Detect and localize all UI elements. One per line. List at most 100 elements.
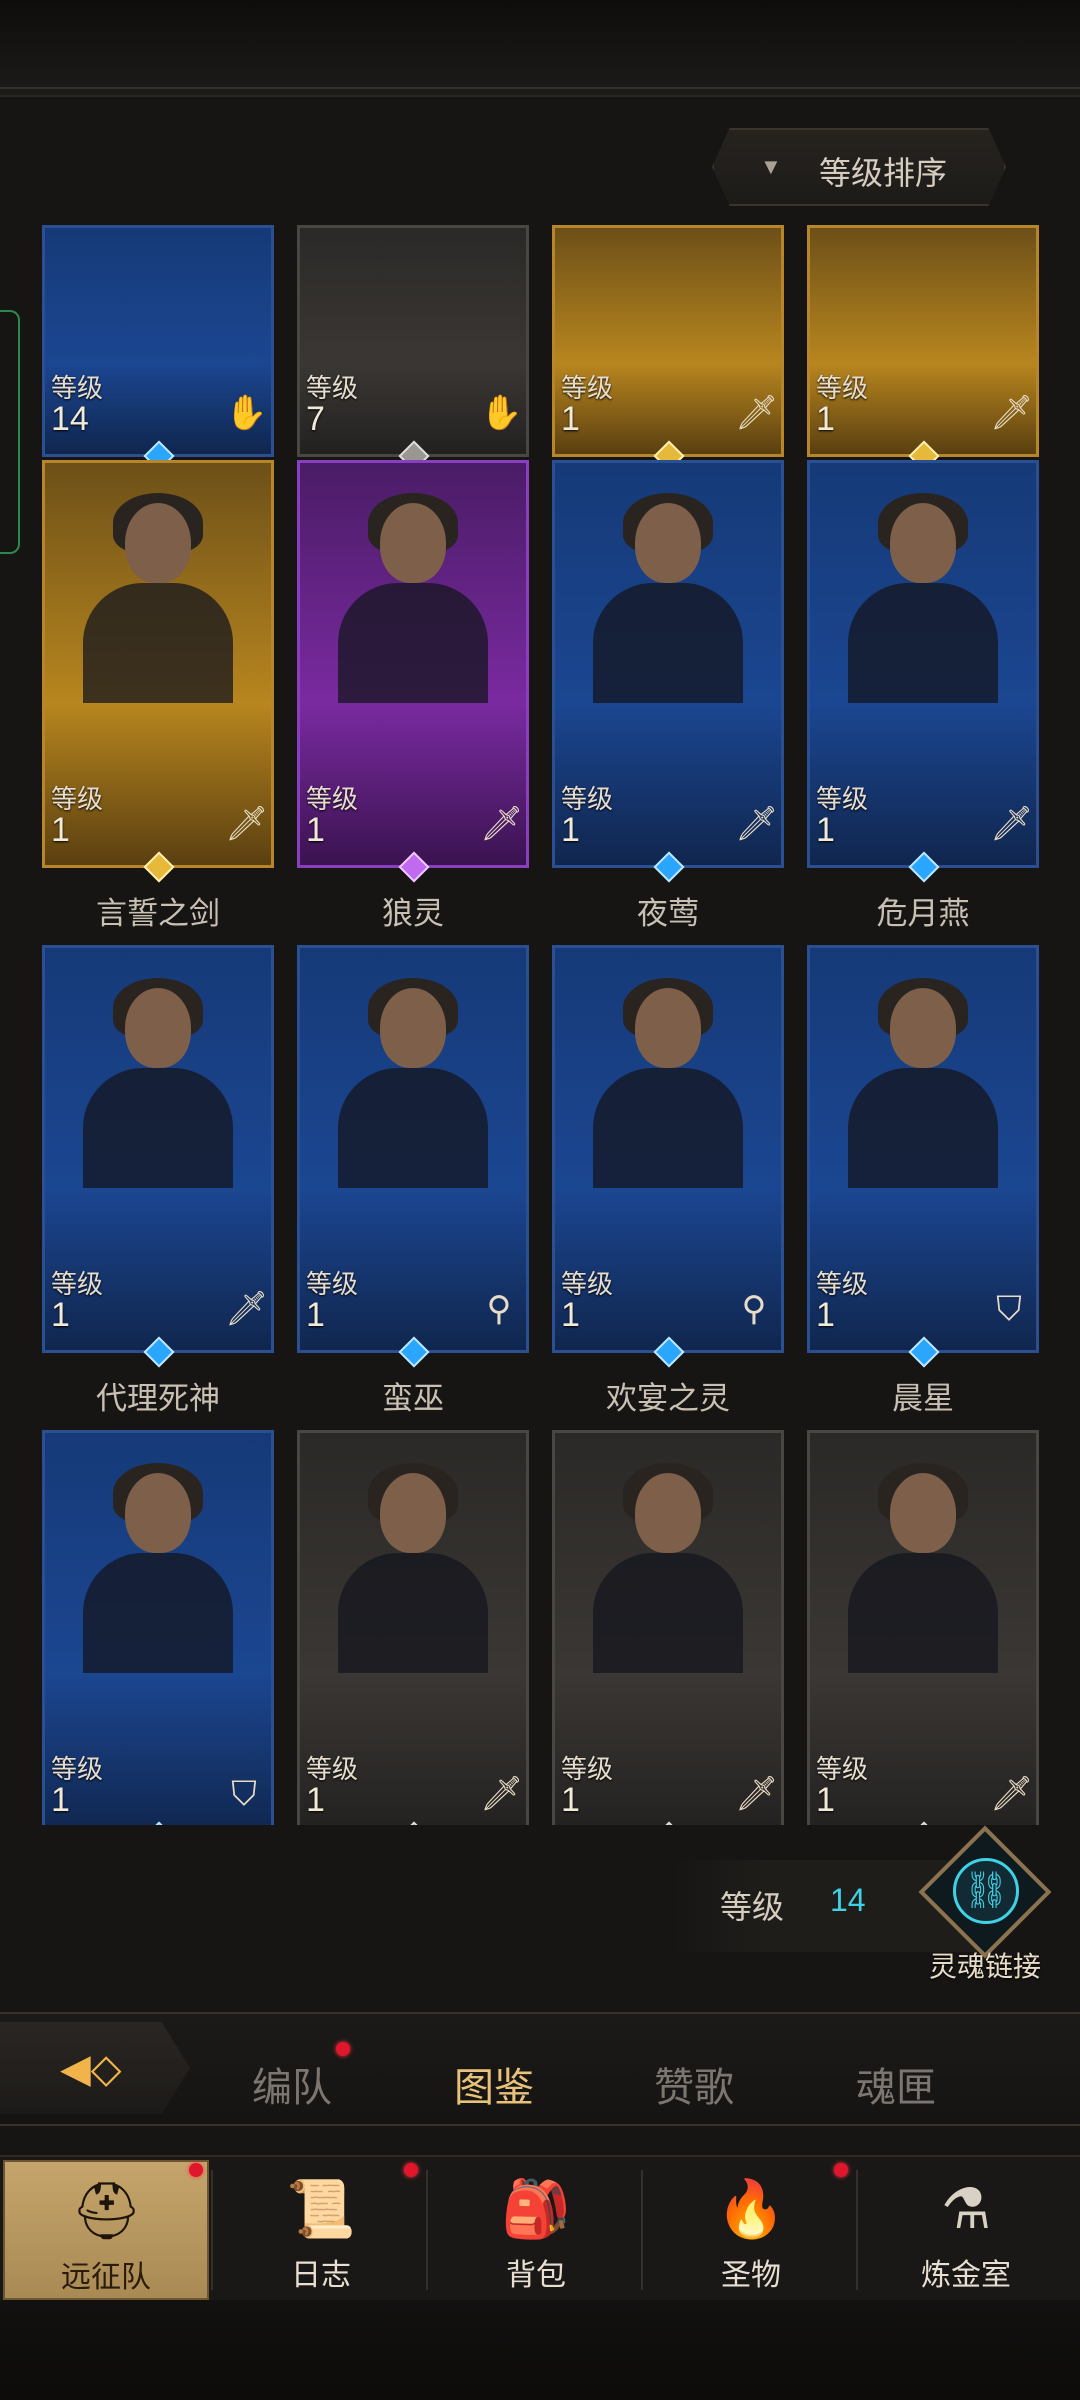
nav-divider <box>211 2170 213 2290</box>
nav-item-label: 背包 <box>506 2259 566 2292</box>
hero-level-value: 1 <box>561 400 580 438</box>
sword-icon: 🗡 <box>735 394 779 432</box>
hero-level-value: 1 <box>561 1296 580 1334</box>
tab-formation[interactable]: 编队 <box>252 2055 332 2113</box>
hero-portrait <box>848 493 998 703</box>
hero-card[interactable]: 等级 1 🗡 <box>552 460 784 868</box>
nav-item-label: 日志 <box>291 2259 351 2292</box>
hero-card[interactable]: 等级 1 🗡 <box>807 1430 1039 1825</box>
hero-level-value: 1 <box>306 1781 325 1819</box>
hero-level-value: 1 <box>816 400 835 438</box>
hero-level-value: 1 <box>51 1781 70 1819</box>
hero-portrait <box>593 978 743 1188</box>
collection-level-label: 等级 <box>720 1889 785 1925</box>
hero-portrait <box>338 493 488 703</box>
hand-icon: ✋ <box>225 394 268 432</box>
hero-level-value: 1 <box>816 1296 835 1334</box>
hero-card[interactable]: 等级 1 ⛉ <box>42 1430 274 1825</box>
tab-soul-box[interactable]: 魂匣 <box>856 2055 936 2113</box>
soul-link-button[interactable]: ⛓ 灵魂链接 <box>910 1825 1060 1982</box>
hero-card[interactable]: 等级 7 ✋ <box>297 225 529 457</box>
hero-portrait <box>593 493 743 703</box>
alchemy-icon: ⚗ <box>940 2177 992 2240</box>
nav-divider <box>426 2170 428 2290</box>
hero-name: 蛮巫 <box>382 1381 444 1416</box>
formation-badge <box>336 2042 350 2056</box>
hero-name: 欢宴之灵 <box>606 1381 730 1416</box>
hero-level-value: 1 <box>306 811 325 849</box>
nav-divider <box>641 2170 643 2290</box>
link-icon: ⛓ <box>953 1858 1019 1924</box>
hero-level-value: 1 <box>816 811 835 849</box>
back-button[interactable]: ◀◇ <box>0 2022 190 2114</box>
hero-name: 言誓之剑 <box>96 896 220 931</box>
hero-card[interactable]: 等级 1 ⛉ <box>807 945 1039 1353</box>
nav-item-label: 炼金室 <box>921 2259 1011 2292</box>
hero-name: 狼灵 <box>382 896 444 931</box>
sort-button-label: 等级排序 <box>819 155 948 191</box>
hero-portrait <box>848 978 998 1188</box>
sort-by-level-button[interactable]: ▼ 等级排序 <box>712 128 1006 206</box>
nav-divider <box>856 2170 858 2290</box>
notification-badge <box>404 2163 418 2177</box>
staff-icon: ⚲ <box>486 1290 512 1328</box>
sword-icon: 🗡 <box>990 1775 1034 1813</box>
hero-level-value: 1 <box>816 1781 835 1819</box>
hero-level-value: 1 <box>561 1781 580 1819</box>
sword-icon: 🗡 <box>735 1775 779 1813</box>
tab-codex[interactable]: 图鉴 <box>454 2055 534 2113</box>
sword-icon: 🗡 <box>480 1775 524 1813</box>
back-arrow-icon: ◀◇ <box>60 2047 122 2091</box>
hero-card[interactable]: 等级 1 ⚲ <box>297 945 529 1353</box>
nav-item-2[interactable]: 📜 日志 <box>218 2160 424 2300</box>
nav-item-5[interactable]: ⚗ 炼金室 <box>863 2160 1069 2300</box>
top-frame <box>0 0 1080 97</box>
nav-item-label: 圣物 <box>721 2259 781 2292</box>
sword-icon: 🗡 <box>990 805 1034 843</box>
hero-card[interactable]: 等级 14 ✋ <box>42 225 274 457</box>
hero-portrait <box>83 493 233 703</box>
notification-badge <box>189 2163 203 2177</box>
sword-icon: 🗡 <box>480 805 524 843</box>
hero-level-value: 14 <box>51 400 89 438</box>
shield-icon: ⛉ <box>996 1290 1022 1328</box>
dropdown-triangle-icon: ▼ <box>760 154 782 179</box>
hero-card[interactable]: 等级 1 🗡 <box>552 1430 784 1825</box>
collection-level-value: 14 <box>830 1882 866 1918</box>
hero-level-value: 7 <box>306 400 325 438</box>
sword-icon: 🗡 <box>225 1290 269 1328</box>
nav-item-label: 远征队 <box>61 2261 151 2294</box>
hand-icon: ✋ <box>480 394 523 432</box>
torch-icon: 🔥 <box>716 2177 786 2240</box>
hero-card[interactable]: 等级 1 🗡 <box>807 225 1039 457</box>
hero-name: 危月燕 <box>876 896 970 931</box>
hero-card[interactable]: 等级 1 🗡 <box>42 460 274 868</box>
hero-level-value: 1 <box>51 1296 70 1334</box>
shield-icon: ⛉ <box>231 1775 257 1813</box>
nav-item-4[interactable]: 🔥 圣物 <box>648 2160 854 2300</box>
sword-icon: 🗡 <box>735 805 779 843</box>
hero-name: 晨星 <box>892 1381 954 1416</box>
staff-icon: ⚲ <box>741 1290 767 1328</box>
hero-portrait <box>338 1463 488 1673</box>
hero-card[interactable]: 等级 1 🗡 <box>42 945 274 1353</box>
hero-level-value: 1 <box>306 1296 325 1334</box>
nav-item-1[interactable]: ⛑ 远征队 <box>3 2160 209 2300</box>
hero-level-value: 1 <box>51 811 70 849</box>
nav-item-3[interactable]: 🎒 背包 <box>433 2160 639 2300</box>
sword-icon: 🗡 <box>225 805 269 843</box>
hero-card[interactable]: 等级 1 ⚲ <box>552 945 784 1353</box>
hero-portrait <box>83 978 233 1188</box>
helmet-icon: ⛑ <box>71 2179 143 2242</box>
hero-portrait <box>848 1463 998 1673</box>
hero-card[interactable]: 等级 1 🗡 <box>552 225 784 457</box>
hero-collection-grid: 等级14✋永望之歌等级7✋学徒等级1🗡勇气之剑等级1🗡魔骇之颜等级1🗡言誓之剑等… <box>0 225 1080 1825</box>
notification-badge <box>834 2163 848 2177</box>
bag-icon: 🎒 <box>501 2177 571 2240</box>
hero-name: 夜莺 <box>637 896 699 931</box>
hero-card[interactable]: 等级 1 🗡 <box>807 460 1039 868</box>
hero-card[interactable]: 等级 1 🗡 <box>297 1430 529 1825</box>
tab-anthem[interactable]: 赞歌 <box>654 2055 734 2113</box>
soul-link-label: 灵魂链接 <box>928 1951 1041 1982</box>
hero-card[interactable]: 等级 1 🗡 <box>297 460 529 868</box>
